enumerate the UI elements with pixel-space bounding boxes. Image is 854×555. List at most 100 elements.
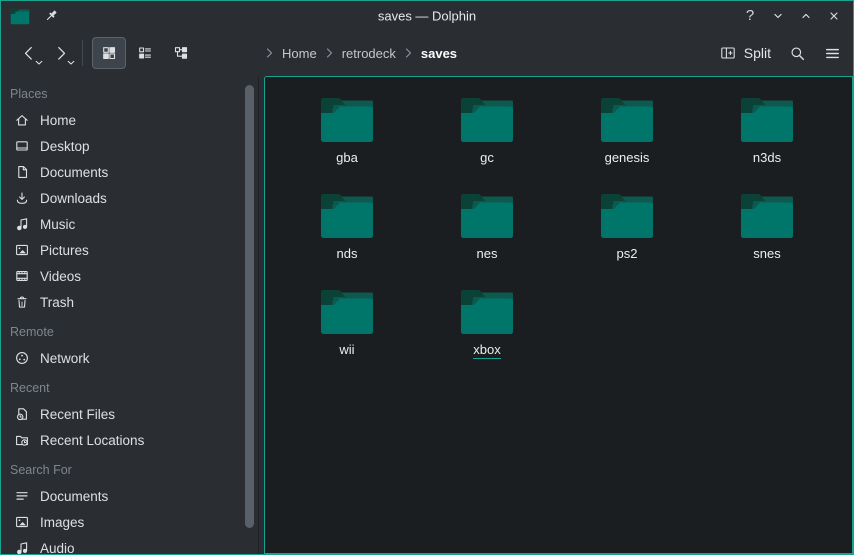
pin-icon[interactable] — [43, 8, 59, 24]
window-title: saves — Dolphin — [378, 8, 476, 23]
folder-n3ds[interactable]: n3ds — [697, 94, 837, 190]
icons-view-button[interactable] — [92, 37, 126, 69]
folder-label: xbox — [473, 342, 500, 359]
folder-label: n3ds — [753, 150, 781, 165]
breadcrumb-item-retrodeck[interactable]: retrodeck — [341, 46, 397, 61]
split-button[interactable]: Split — [720, 45, 771, 61]
back-button[interactable] — [13, 37, 45, 69]
toolbar-separator — [82, 40, 83, 66]
folder-label: genesis — [605, 150, 650, 165]
sidebar-item-label: Documents — [40, 165, 108, 180]
sidebar-item-music[interactable]: Music — [1, 211, 258, 237]
folder-icon — [319, 286, 375, 336]
sidebar-section-title: Places — [1, 81, 258, 107]
folder-label: wii — [339, 342, 354, 357]
folder-wii[interactable]: wii — [277, 286, 417, 382]
help-icon: ? — [746, 7, 754, 24]
hamburger-menu-button[interactable] — [824, 45, 841, 62]
sidebar-section-recent: Recent Recent Files Recent Locations — [1, 375, 258, 453]
breadcrumb: Home retrodeck saves — [265, 30, 458, 76]
sidebar-section-places: Places Home Desktop Documents Downloads Music… — [1, 81, 258, 315]
sidebar-item-label: Music — [40, 217, 75, 232]
folder-nds[interactable]: nds — [277, 190, 417, 286]
folder-label: gc — [480, 150, 494, 165]
folder-gba[interactable]: gba — [277, 94, 417, 190]
sidebar-item-trash[interactable]: Trash — [1, 289, 258, 315]
tree-view-button[interactable] — [164, 37, 198, 69]
sidebar-item-recent-files[interactable]: Recent Files — [1, 401, 258, 427]
folder-genesis[interactable]: genesis — [557, 94, 697, 190]
folder-gc[interactable]: gc — [417, 94, 557, 190]
details-view-button[interactable] — [128, 37, 162, 69]
breadcrumb-chevron-icon — [265, 48, 274, 58]
folder-icon — [319, 190, 375, 240]
folder-nes[interactable]: nes — [417, 190, 557, 286]
recent-files-icon — [14, 406, 30, 422]
minimize-button[interactable] — [768, 5, 788, 27]
sidebar-item-recent-locations[interactable]: Recent Locations — [1, 427, 258, 453]
sidebar-item-videos[interactable]: Videos — [1, 263, 258, 289]
maximize-button[interactable] — [796, 5, 816, 27]
sidebar-item-label: Network — [40, 351, 90, 366]
search-button[interactable] — [789, 45, 806, 62]
recent-locations-icon — [14, 432, 30, 448]
folder-icon — [319, 94, 375, 144]
film-icon — [14, 268, 30, 284]
sidebar-section-search-for: Search ForDocumentsImages Audio — [1, 457, 258, 554]
sidebar-item-label: Home — [40, 113, 76, 128]
sidebar-item-label: Trash — [40, 295, 74, 310]
trash-icon — [14, 294, 30, 310]
music-note-icon — [14, 540, 30, 554]
sidebar-item-desktop[interactable]: Desktop — [1, 133, 258, 159]
folder-label: snes — [753, 246, 780, 261]
folder-snes[interactable]: snes — [697, 190, 837, 286]
places-panel: Places Home Desktop Documents Downloads Music… — [1, 76, 259, 554]
tree-view-icon — [173, 45, 189, 61]
folder-icon — [599, 190, 655, 240]
sidebar-item-network[interactable]: Network — [1, 345, 258, 371]
folder-label: nes — [477, 246, 498, 261]
sidebar-item-home[interactable]: Home — [1, 107, 258, 133]
download-icon — [14, 190, 30, 206]
sidebar-item-documents[interactable]: Documents — [1, 159, 258, 185]
sidebar-item-audio[interactable]: Audio — [1, 535, 258, 554]
image-icon — [14, 514, 30, 530]
close-button[interactable] — [824, 5, 844, 27]
breadcrumb-chevron-icon — [325, 48, 334, 58]
dolphin-window: saves — Dolphin ? Home retrodeck saves — [0, 0, 854, 555]
music-note-icon — [14, 216, 30, 232]
sidebar-item-label: Downloads — [40, 191, 107, 206]
sidebar-item-documents[interactable]: Documents — [1, 483, 258, 509]
network-icon — [14, 350, 30, 366]
back-dropdown-caret-icon — [35, 60, 43, 66]
forward-button[interactable] — [45, 37, 77, 69]
sidebar-item-label: Recent Locations — [40, 433, 144, 448]
help-button[interactable]: ? — [740, 5, 760, 27]
sidebar-section-title: Remote — [1, 319, 258, 345]
sidebar-item-pictures[interactable]: Pictures — [1, 237, 258, 263]
window-folder-icon — [10, 7, 30, 25]
content-area: Places Home Desktop Documents Downloads Music… — [1, 76, 853, 554]
sidebar-item-downloads[interactable]: Downloads — [1, 185, 258, 211]
sidebar-scrollbar[interactable] — [245, 85, 254, 528]
sidebar-item-images[interactable]: Images — [1, 509, 258, 535]
folder-ps2[interactable]: ps2 — [557, 190, 697, 286]
sidebar-item-label: Recent Files — [40, 407, 115, 422]
breadcrumb-current[interactable]: saves — [420, 46, 458, 61]
icons-view-icon — [101, 45, 117, 61]
folder-icon — [739, 94, 795, 144]
breadcrumb-chevron-icon — [404, 48, 413, 58]
details-view-icon — [137, 45, 153, 61]
folder-xbox[interactable]: xbox — [417, 286, 557, 382]
sidebar-item-label: Audio — [40, 541, 75, 555]
breadcrumb-item-home[interactable]: Home — [281, 46, 318, 61]
folder-icon — [459, 94, 515, 144]
sidebar-item-label: Pictures — [40, 243, 89, 258]
sidebar-section-title: Recent — [1, 375, 258, 401]
titlebar: saves — Dolphin ? — [1, 1, 853, 30]
split-view-icon — [720, 45, 736, 61]
sidebar-section-title: Search For — [1, 457, 258, 483]
folder-label: gba — [336, 150, 358, 165]
folder-icon — [599, 94, 655, 144]
folder-icon — [739, 190, 795, 240]
